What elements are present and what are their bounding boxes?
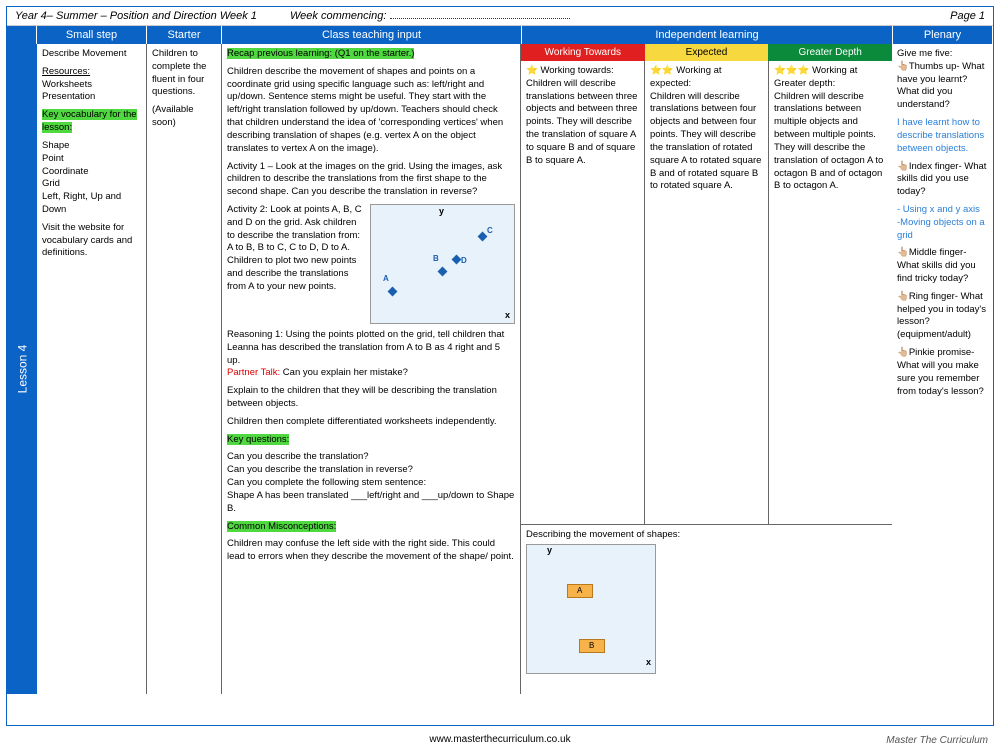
- indep-gd: ⭐⭐⭐ Working at Greater depth: Children w…: [769, 61, 892, 524]
- plen-skills: - Using x and y axis -Moving objects on …: [897, 204, 988, 242]
- col-class-input: Recap previous learning: (Q1 on the star…: [222, 44, 521, 694]
- plen-pinkie: 👆🏼Pinkie promise- What will you make sur…: [897, 347, 988, 398]
- resources-list: Worksheets Presentation: [42, 79, 95, 103]
- footer-logo: Master The Curriculum: [886, 735, 988, 746]
- h-working-towards: Working Towards: [521, 44, 645, 61]
- key-questions-heading: Key questions:: [227, 434, 289, 445]
- col-starter: Children to complete the fluent in four …: [147, 44, 222, 694]
- plen-middle: 👆🏼Middle finger- What skills did you fin…: [897, 247, 988, 285]
- recap-heading: Recap previous learning: (Q1 on the star…: [227, 48, 414, 59]
- exp-body: Children will describe translations betw…: [650, 91, 763, 194]
- h-starter: Starter: [147, 26, 222, 44]
- footer-url: www.masterthecurriculum.co.uk: [0, 732, 1000, 745]
- misconceptions-heading: Common Misconceptions:: [227, 521, 336, 532]
- column-headers: Small step Starter Class teaching input …: [7, 26, 993, 44]
- indep-exp: ⭐⭐ Working at expected: Children will de…: [645, 61, 769, 524]
- col-smallstep: Describe Movement Resources: Worksheets P…: [37, 44, 147, 694]
- gd-body: Children will describe translations betw…: [774, 91, 887, 194]
- plan-body: Lesson 4 Describe Movement Resources: Wor…: [7, 44, 993, 694]
- plen-thumbs: Give me five: 👆🏼Thumbs up- What have you…: [897, 48, 988, 112]
- diff-worksheets: Children then complete differentiated wo…: [227, 416, 515, 429]
- starter-avail: (Available soon): [152, 104, 216, 130]
- partner-talk-label: Partner Talk:: [227, 367, 280, 378]
- misconceptions: Children may confuse the left side with …: [227, 538, 515, 564]
- unit-title: Year 4– Summer – Position and Direction …: [15, 10, 257, 22]
- week-commencing-blank: [390, 18, 570, 19]
- key-vocab-heading: Key vocabulary for the lesson:: [42, 109, 137, 133]
- h-indep: Independent learning: [522, 26, 893, 44]
- h-smallstep: Small step: [37, 26, 147, 44]
- partner-talk-q: Can you explain her mistake?: [280, 367, 408, 378]
- step-title: Describe Movement: [42, 48, 141, 61]
- foot-label: Describing the movement of shapes:: [526, 529, 680, 540]
- star-icon: ⭐⭐⭐: [774, 65, 810, 76]
- class-p1: Children describe the movement of shapes…: [227, 66, 515, 156]
- h-greater-depth: Greater Depth: [768, 44, 892, 61]
- visit-website: Visit the website for vocabulary cards a…: [42, 222, 141, 260]
- h-plenary: Plenary: [893, 26, 993, 44]
- explain: Explain to the children that they will b…: [227, 385, 515, 411]
- h-expected: Expected: [645, 44, 769, 61]
- star-icon: ⭐: [526, 65, 538, 76]
- key-vocab-list: Shape Point Coordinate Grid Left, Right,…: [42, 140, 141, 217]
- top-bar: Year 4– Summer – Position and Direction …: [7, 7, 993, 26]
- coordinate-grid-image: y x A B C D: [370, 204, 515, 324]
- week-commencing-label: Week commencing:: [290, 10, 386, 22]
- indep-wt: ⭐ Working towards: Children will describ…: [521, 61, 645, 524]
- resources-heading: Resources:: [42, 66, 90, 77]
- star-icon: ⭐⭐: [650, 65, 674, 76]
- plen-learnt: I have learnt how to describe translatio…: [897, 117, 988, 155]
- lesson-plan-page: Year 4– Summer – Position and Direction …: [6, 6, 994, 726]
- col-independent: Working Towards Expected Greater Depth ⭐…: [521, 44, 892, 694]
- activity1: Activity 1 – Look at the images on the g…: [227, 161, 515, 199]
- shapes-grid-image: y x A B: [526, 544, 656, 674]
- lesson-side-tab: Lesson 4: [7, 44, 37, 694]
- h-class: Class teaching input: [222, 26, 522, 44]
- plen-index: 👆🏼Index finger- What skills did you use …: [897, 161, 988, 199]
- indep-subheaders: Working Towards Expected Greater Depth: [521, 44, 892, 61]
- starter-text: Children to complete the fluent in four …: [152, 48, 216, 99]
- plen-ring: 👆🏼Ring finger- What helped you in today'…: [897, 291, 988, 342]
- key-questions: Can you describe the translation? Can yo…: [227, 451, 515, 515]
- col-plenary: Give me five: 👆🏼Thumbs up- What have you…: [892, 44, 993, 694]
- indep-footer: Describing the movement of shapes: y x A…: [521, 524, 892, 694]
- reasoning1: Reasoning 1: Using the points plotted on…: [227, 329, 504, 366]
- page-number: Page 1: [950, 10, 985, 22]
- wt-body: Children will describe translations betw…: [526, 78, 639, 168]
